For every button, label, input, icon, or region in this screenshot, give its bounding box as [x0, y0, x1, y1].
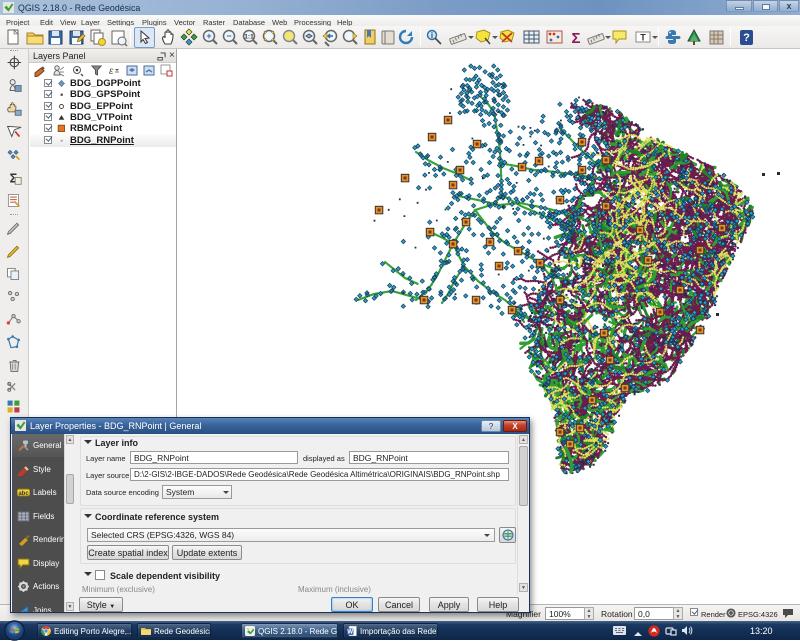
svg-text:−: − — [226, 31, 231, 41]
svg-text:Σ: Σ — [571, 30, 580, 47]
svg-text:abc: abc — [18, 491, 29, 497]
svg-text:T: T — [640, 33, 646, 43]
svg-text:1:1: 1:1 — [244, 34, 254, 41]
svg-text:W: W — [347, 630, 353, 636]
svg-text:?: ? — [743, 32, 750, 44]
svg-text:i: i — [431, 31, 433, 40]
svg-text:ε: ε — [109, 66, 114, 77]
svg-text:+: + — [206, 31, 211, 41]
